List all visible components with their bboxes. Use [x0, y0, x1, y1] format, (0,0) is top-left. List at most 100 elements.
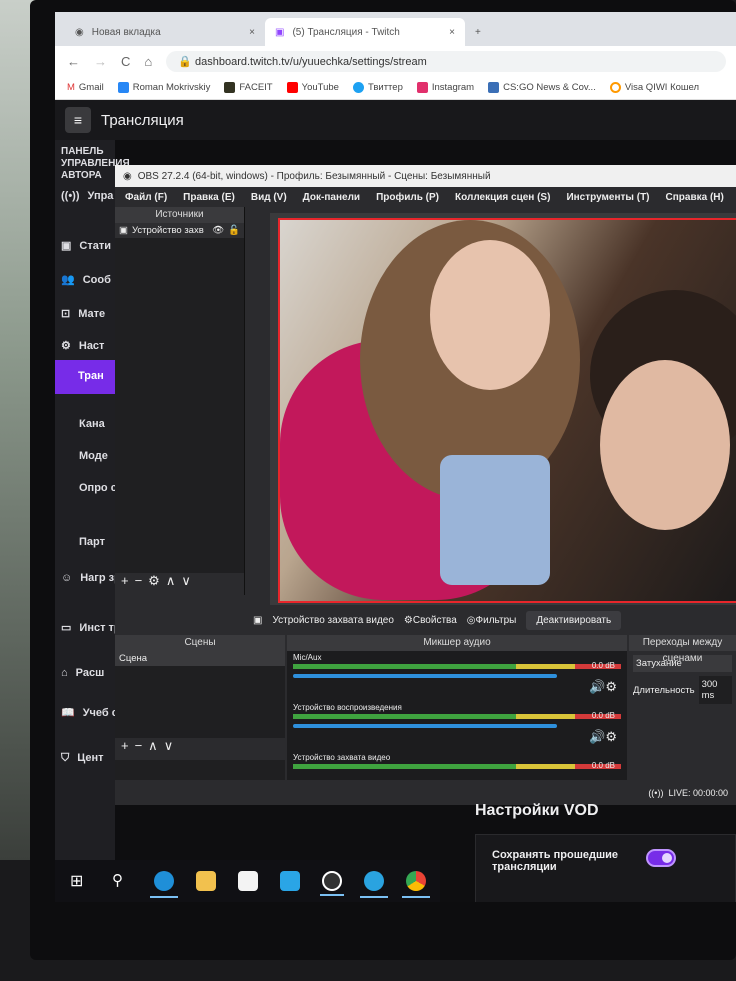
- menu-edit[interactable]: Правка (E): [183, 192, 235, 203]
- sidebar-item[interactable]: Кана: [79, 416, 105, 432]
- tab-label: Новая вкладка: [91, 26, 161, 38]
- menu-docks[interactable]: Док-панели: [303, 192, 360, 203]
- sidebar-item[interactable]: ⊡ Мате: [61, 306, 105, 322]
- store-icon[interactable]: [238, 871, 258, 891]
- page-title: Трансляция: [101, 111, 184, 129]
- menu-scene-collection[interactable]: Коллекция сцен (S): [455, 192, 550, 203]
- sidebar-item[interactable]: 👥 Сооб: [61, 272, 111, 288]
- menu-profile[interactable]: Профиль (P): [376, 192, 439, 203]
- vod-card: Сохранять прошедшие трансляции: [475, 834, 736, 902]
- live-timer: LIVE: 00:00:00: [668, 787, 728, 798]
- camera-icon: ▣: [119, 225, 128, 236]
- volume-slider[interactable]: [293, 724, 557, 728]
- tab-label: (5) Трансляция - Twitch: [292, 26, 400, 38]
- filters-button[interactable]: ◎Фильтры: [467, 615, 517, 626]
- save-vods-toggle[interactable]: [646, 849, 676, 867]
- sidebar-item[interactable]: ⌂ Расш: [61, 665, 104, 681]
- speaker-gear-icons[interactable]: 🔊⚙: [589, 679, 617, 695]
- deactivate-button[interactable]: Деактивировать: [526, 610, 622, 630]
- twitch-sidebar: ПАНЕЛЬ УПРАВЛЕНИЯ АВТОРА ((•))Упра трані…: [55, 140, 144, 902]
- scene-toolbar[interactable]: +−∧∨: [115, 738, 285, 760]
- duration-input[interactable]: 300 ms: [698, 676, 732, 704]
- obs-icon: ◉: [123, 170, 132, 182]
- sidebar-item[interactable]: ▣ Стати: [61, 238, 111, 254]
- edge-icon[interactable]: [150, 871, 178, 898]
- bookmark-youtube[interactable]: YouTube: [286, 82, 339, 93]
- selected-source-label: Устройство захвата видео: [272, 614, 394, 626]
- bookmark-gmail[interactable]: M Gmail: [67, 82, 104, 93]
- menu-help[interactable]: Справка (H): [666, 192, 724, 203]
- mixer-channel: Устройство воспроизведения 0.0 dB 🔊⚙: [287, 701, 627, 751]
- volume-slider[interactable]: [293, 674, 557, 678]
- bookmark-faceit[interactable]: FACEIT: [224, 82, 273, 93]
- label: Roman Mokrivskiy: [132, 82, 211, 93]
- vod-option-label: Сохранять прошедшие трансляции: [492, 849, 619, 873]
- label: Gmail: [78, 82, 104, 93]
- mixer-channel: Mic/Aux 0.0 dB 🔊⚙: [287, 651, 627, 701]
- label: FACEIT: [239, 82, 273, 93]
- close-icon[interactable]: ×: [449, 27, 455, 38]
- video-capture-preview: [278, 218, 736, 603]
- volume-meter: [293, 764, 621, 769]
- tab-new[interactable]: ◉ Новая вкладка ×: [65, 18, 265, 46]
- obs-taskbar-icon[interactable]: [320, 871, 344, 896]
- windows-taskbar: ⊞ ⚲: [55, 860, 440, 902]
- browser-tab-bar: ◉ Новая вкладка × ▣ (5) Трансляция - Twitch…: [55, 12, 736, 46]
- vod-title: Настройки VOD: [475, 802, 599, 819]
- label: Visa QIWI Кошел: [624, 82, 700, 93]
- home-icon[interactable]: ⌂: [144, 54, 152, 69]
- url-input[interactable]: 🔒 dashboard.twitch.tv/u/yuuechka/setting…: [166, 50, 727, 72]
- telegram-icon[interactable]: [360, 871, 388, 898]
- windows-start-icon[interactable]: ⊞: [70, 871, 90, 891]
- camera-icon: ▣: [253, 614, 263, 626]
- search-icon[interactable]: ⚲: [112, 871, 132, 891]
- tab-twitch[interactable]: ▣ (5) Трансляция - Twitch ×: [265, 18, 465, 46]
- bookmark-vk[interactable]: Roman Mokrivskiy: [117, 82, 211, 93]
- menu-view[interactable]: Вид (V): [251, 192, 287, 203]
- monitor-screen: ◉ Новая вкладка × ▣ (5) Трансляция - Twitch…: [55, 12, 736, 902]
- bookmark-qiwi[interactable]: Visa QIWI Кошел: [609, 82, 700, 93]
- duration-label: Длительность: [633, 684, 695, 696]
- menu-tools[interactable]: Инструменты (T): [566, 192, 649, 203]
- menu-icon[interactable]: ≡: [65, 107, 91, 133]
- sidebar-item[interactable]: ⚙ Наст: [61, 338, 104, 354]
- obs-titlebar: ◉ OBS 27.2.4 (64-bit, windows) - Профиль:…: [115, 165, 736, 187]
- file-explorer-icon[interactable]: [196, 871, 216, 891]
- scenes-dock: Сцены Сцена +−∧∨: [115, 635, 285, 780]
- bookmark-instagram[interactable]: Instagram: [416, 82, 475, 93]
- label: Instagram: [431, 82, 475, 93]
- source-item[interactable]: ▣ Устройство захв 👁 🔓: [115, 223, 244, 238]
- scene-item[interactable]: Сцена: [115, 651, 285, 666]
- scenes-title: Сцены: [115, 635, 285, 651]
- twitch-icon: ▣: [275, 26, 285, 38]
- back-icon[interactable]: ←: [67, 54, 80, 69]
- label: Стати: [79, 240, 112, 252]
- new-tab-button[interactable]: +: [465, 18, 491, 46]
- mail-icon[interactable]: [280, 871, 300, 891]
- label: Наст: [78, 340, 105, 352]
- window-title: OBS 27.2.4 (64-bit, windows) - Профиль: …: [137, 170, 491, 182]
- reload-icon[interactable]: C: [121, 54, 130, 69]
- label: Сооб: [82, 274, 111, 286]
- speaker-gear-icons[interactable]: 🔊⚙: [589, 729, 617, 745]
- bookmark-twitter[interactable]: Твиттер: [352, 82, 403, 93]
- sidebar-item[interactable]: ⛉ Цент: [61, 750, 104, 766]
- mixer-title: Микшер аудио: [287, 635, 627, 651]
- label: Твиттер: [367, 82, 403, 93]
- forward-icon[interactable]: →: [94, 54, 107, 69]
- bookmark-csgo[interactable]: CS:GO News & Cov...: [488, 82, 596, 93]
- sidebar-item-active[interactable]: Тран: [55, 360, 120, 394]
- lock-icon[interactable]: 🔓: [228, 225, 240, 236]
- sidebar-item[interactable]: Парт: [79, 534, 105, 550]
- preview-canvas[interactable]: [270, 213, 736, 605]
- source-toolbar[interactable]: +−⚙∧∨: [115, 573, 244, 595]
- close-icon[interactable]: ×: [249, 27, 255, 38]
- chrome-taskbar-icon[interactable]: [402, 871, 430, 898]
- properties-button[interactable]: ⚙Свойства: [404, 615, 457, 626]
- label: CS:GO News & Cov...: [503, 82, 596, 93]
- menu-file[interactable]: Файл (F): [125, 192, 167, 203]
- chrome-icon: ◉: [75, 26, 84, 38]
- address-bar-row: ← → C ⌂ 🔒 dashboard.twitch.tv/u/yuuechka/se…: [55, 46, 736, 76]
- eye-icon[interactable]: 👁: [212, 225, 224, 236]
- sidebar-item[interactable]: Моде: [79, 448, 108, 464]
